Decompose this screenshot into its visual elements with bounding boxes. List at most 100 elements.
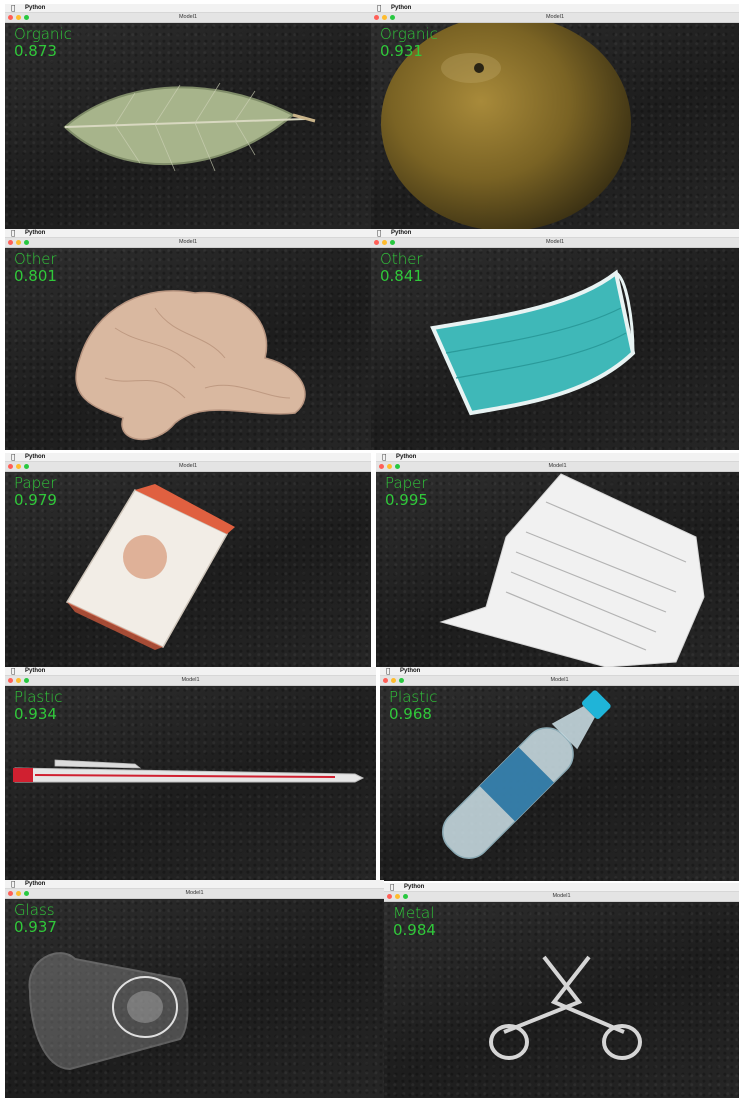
app-name[interactable]: Python	[391, 4, 411, 12]
camera-frame: Plastic 0.934	[5, 686, 376, 881]
prediction-label: Plastic	[14, 688, 63, 706]
apple-icon[interactable]: 	[11, 4, 15, 12]
prediction-score: 0.841	[380, 267, 423, 285]
menu-bar:  Python	[5, 4, 371, 13]
prediction-score: 0.801	[14, 267, 57, 285]
prediction-label: Plastic	[389, 688, 438, 706]
title-bar[interactable]: Model1	[371, 13, 739, 23]
prediction-label: Glass	[14, 901, 55, 919]
title-bar[interactable]: Model1	[5, 462, 371, 472]
result-window-6[interactable]:  Python Model1 Paper 0.995	[376, 453, 739, 667]
camera-frame: Other 0.841	[371, 248, 739, 450]
apple-icon[interactable]: 	[11, 667, 15, 675]
window-title: Model1	[548, 463, 567, 469]
camera-frame: Plastic 0.968	[380, 686, 739, 881]
apple-icon[interactable]: 	[390, 883, 394, 891]
result-window-9[interactable]:  Python Model1 Glass 0.937	[5, 880, 384, 1098]
window-title: Model1	[178, 14, 198, 20]
pen-image	[13, 759, 365, 783]
apple-icon[interactable]: 	[11, 229, 15, 237]
app-name[interactable]: Python	[25, 667, 45, 675]
menu-bar:  Python	[5, 453, 371, 462]
prediction-score: 0.931	[380, 42, 423, 60]
title-bar[interactable]: Model1	[376, 462, 739, 472]
camera-frame: Paper 0.979	[5, 472, 371, 667]
window-title: Model1	[178, 463, 198, 469]
menu-bar:  Python	[371, 4, 739, 13]
window-title: Model1	[178, 239, 198, 245]
apple-icon[interactable]: 	[377, 4, 381, 12]
camera-frame: Paper 0.995	[376, 472, 739, 667]
result-window-7[interactable]:  Python Model1 Plastic 0.934	[5, 667, 376, 881]
result-window-1[interactable]:  Python Model1 Organic 0.873	[5, 4, 371, 230]
menu-bar:  Python	[5, 880, 384, 889]
tissue-image	[75, 290, 306, 440]
app-name[interactable]: Python	[25, 453, 45, 461]
title-bar[interactable]: Model1	[384, 892, 739, 902]
menu-bar:  Python	[5, 667, 376, 676]
title-bar[interactable]: Model1	[5, 676, 376, 686]
camera-frame: Other 0.801	[5, 248, 371, 450]
receipt-image	[439, 473, 705, 667]
prediction-label: Paper	[385, 474, 428, 492]
title-bar[interactable]: Model1	[5, 238, 371, 248]
apple-icon[interactable]: 	[382, 453, 386, 461]
result-window-3[interactable]:  Python Model1 Other 0.801	[5, 229, 371, 450]
prediction-label: Metal	[393, 904, 435, 922]
app-name[interactable]: Python	[25, 229, 45, 237]
camera-frame: Glass 0.937	[5, 899, 384, 1098]
result-window-10[interactable]:  Python Model1 Metal 0.984	[384, 883, 739, 1098]
app-name[interactable]: Python	[25, 880, 45, 888]
app-name[interactable]: Python	[391, 229, 411, 237]
menu-bar:  Python	[5, 229, 371, 238]
orange-image	[381, 23, 631, 230]
apple-icon[interactable]: 	[11, 880, 15, 888]
leaf-image	[63, 82, 316, 172]
prediction-score: 0.873	[14, 42, 57, 60]
apple-icon[interactable]: 	[377, 229, 381, 237]
title-bar[interactable]: Model1	[5, 13, 371, 23]
result-window-8[interactable]:  Python Model1 Plastic 0.968	[380, 667, 739, 881]
window-title: Model1	[181, 677, 200, 683]
prediction-score: 0.979	[14, 491, 57, 509]
title-bar[interactable]: Model1	[371, 238, 739, 248]
app-name[interactable]: Python	[25, 4, 45, 12]
prediction-label: Organic	[14, 25, 72, 43]
window-title: Model1	[550, 677, 569, 683]
app-name[interactable]: Python	[396, 453, 416, 461]
title-bar[interactable]: Model1	[5, 889, 384, 899]
prediction-label: Other	[380, 250, 423, 268]
prediction-label: Other	[14, 250, 57, 268]
camera-frame: Metal 0.984	[384, 902, 739, 1098]
apple-icon[interactable]: 	[386, 667, 390, 675]
menu-bar:  Python	[376, 453, 739, 462]
prediction-score: 0.984	[393, 921, 436, 939]
prediction-score: 0.934	[14, 705, 57, 723]
window-title: Model1	[545, 239, 565, 245]
menu-bar:  Python	[371, 229, 739, 238]
result-window-5[interactable]:  Python Model1 Paper 0.979	[5, 453, 371, 667]
prediction-score: 0.995	[385, 491, 428, 509]
box-image	[65, 484, 235, 650]
window-title: Model1	[552, 893, 571, 899]
app-name[interactable]: Python	[404, 883, 424, 891]
prediction-label: Organic	[380, 25, 438, 43]
glass-image	[28, 952, 189, 1071]
title-bar[interactable]: Model1	[380, 676, 739, 686]
menu-bar:  Python	[384, 883, 739, 892]
window-title: Model1	[185, 890, 204, 896]
prediction-score: 0.937	[14, 918, 57, 936]
prediction-score: 0.968	[389, 705, 432, 723]
apple-icon[interactable]: 	[11, 453, 15, 461]
result-window-2[interactable]:  Python Model1 Organic 0.931	[371, 4, 739, 230]
menu-bar:  Python	[380, 667, 739, 676]
prediction-label: Paper	[14, 474, 57, 492]
result-window-4[interactable]:  Python Model1 Other 0.841	[371, 229, 739, 450]
window-title: Model1	[545, 14, 565, 20]
camera-frame: Organic 0.931	[371, 23, 739, 230]
camera-frame: Organic 0.873	[5, 23, 371, 230]
face-mask-image	[430, 269, 636, 416]
bottle-image	[442, 690, 611, 859]
scissors-image	[489, 955, 642, 1060]
app-name[interactable]: Python	[400, 667, 420, 675]
